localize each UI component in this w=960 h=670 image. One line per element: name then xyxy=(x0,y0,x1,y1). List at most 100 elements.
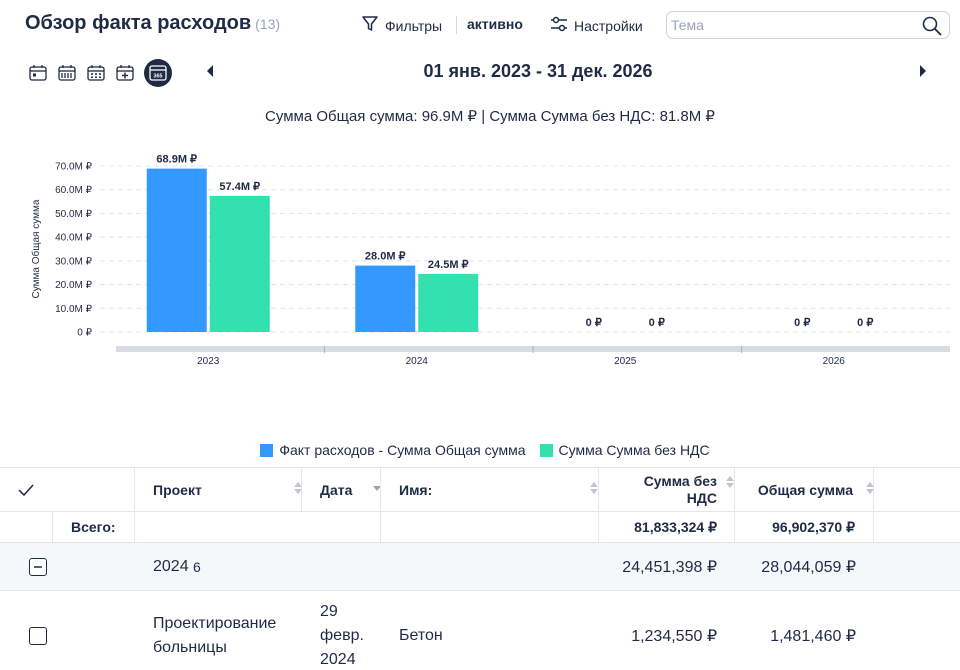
group-toggle-cell xyxy=(0,543,76,590)
calendar-month-icon[interactable] xyxy=(86,63,106,83)
column-header-name[interactable]: Имя: xyxy=(380,468,599,511)
page-header: Обзор факта расходов (13) Фильтры активно… xyxy=(0,0,960,50)
legend-swatch-teal xyxy=(539,443,553,457)
column-label-no-vat-line2: НДС xyxy=(686,489,717,506)
data-label: 0 ₽ xyxy=(586,317,602,329)
legend-item-no-vat[interactable]: Сумма Сумма без НДС xyxy=(539,442,710,458)
period-selector: 365 xyxy=(28,59,172,87)
bar-2024-total xyxy=(355,265,416,332)
data-label: 0 ₽ xyxy=(649,317,665,329)
x-tick-label: 2026 xyxy=(823,356,846,367)
column-header-date[interactable]: Дата xyxy=(301,468,381,511)
search-box xyxy=(666,11,950,39)
y-tick-label: 40.0M ₽ xyxy=(55,233,93,244)
x-tick-label: 2023 xyxy=(197,356,220,367)
row-checkbox[interactable] xyxy=(29,627,47,645)
column-label-no-vat-line1: Сумма без xyxy=(643,472,717,489)
group-label: 2024 6 xyxy=(153,543,353,590)
bar-2023-no-vat xyxy=(209,195,270,332)
data-label: 0 ₽ xyxy=(794,317,810,329)
search-icon[interactable] xyxy=(921,15,943,42)
y-tick-label: 20.0M ₽ xyxy=(55,280,93,291)
legend-label-total: Факт расходов - Сумма Общая сумма xyxy=(279,442,526,458)
header-divider xyxy=(456,16,457,34)
legend-item-total[interactable]: Факт расходов - Сумма Общая сумма xyxy=(260,442,526,458)
column-header-total[interactable]: Общая сумма xyxy=(734,468,874,511)
table-header-row: Проект Дата Имя: Сумма без НДС Общая сум… xyxy=(0,467,960,512)
totals-label: Всего: xyxy=(52,512,134,542)
x-tick-label: 2025 xyxy=(614,356,637,367)
sort-icon[interactable] xyxy=(865,480,875,499)
settings-label: Настройки xyxy=(574,17,643,34)
filters-status: активно xyxy=(467,16,523,32)
row-date-line3: 2024 xyxy=(320,651,356,668)
row-date-line2: февр. xyxy=(320,627,364,644)
row-project-line2: больницы xyxy=(153,639,227,656)
totals-total: 96,902,370 ₽ xyxy=(734,512,874,542)
row-total: 1,481,460 ₽ xyxy=(770,628,856,645)
group-total: 28,044,059 ₽ xyxy=(761,558,856,576)
totals-empty-cell xyxy=(380,512,599,542)
y-tick-label: 70.0M ₽ xyxy=(55,162,93,173)
row-select-cell xyxy=(0,591,76,670)
y-tick-label: 50.0M ₽ xyxy=(55,209,93,220)
column-label-total: Общая сумма xyxy=(757,481,853,498)
previous-period-arrow-icon[interactable] xyxy=(205,64,215,83)
column-label-no-vat: Сумма без НДС xyxy=(644,473,717,507)
row-project: Проектирование больницы xyxy=(153,591,303,670)
row-date: 29 февр. 2024 xyxy=(320,591,380,670)
bar-2023-total xyxy=(146,168,207,332)
x-tick-label: 2024 xyxy=(406,356,429,367)
calendar-custom-icon[interactable] xyxy=(115,63,135,83)
column-label-project: Проект xyxy=(153,481,202,498)
data-label: 68.9M ₽ xyxy=(156,154,197,166)
y-tick-label: 10.0M ₽ xyxy=(55,304,93,315)
settings-button[interactable]: Настройки xyxy=(549,14,643,37)
y-axis-title: Сумма Общая сумма xyxy=(30,199,42,298)
table-row[interactable]: Проектирование больницы 29 февр. 2024 Бе… xyxy=(0,591,960,670)
group-row[interactable]: 2024 6 24,451,398 ₽ 28,044,059 ₽ xyxy=(0,543,960,591)
calendar-year-label: 365 xyxy=(153,74,162,80)
record-count: (13) xyxy=(255,16,281,32)
totals-row: Всего: 81,833,324 ₽ 96,902,370 ₽ xyxy=(0,512,960,543)
calendar-day-icon[interactable] xyxy=(28,63,48,83)
collapse-group-icon[interactable] xyxy=(29,557,47,576)
totals-empty-cell xyxy=(134,512,380,542)
filter-icon xyxy=(360,14,380,37)
row-project-line1: Проектирование xyxy=(153,615,277,632)
filters-label: Фильтры xyxy=(385,17,443,34)
search-input[interactable] xyxy=(671,15,911,35)
y-tick-label: 60.0M ₽ xyxy=(55,185,93,196)
chart-legend: Факт расходов - Сумма Общая сумма Сумма … xyxy=(0,442,960,458)
totals-no-vat: 81,833,324 ₽ xyxy=(598,512,735,542)
row-no-vat: 1,234,550 ₽ xyxy=(631,628,717,645)
select-all-checkmark-icon[interactable] xyxy=(0,468,52,511)
bar-chart: 0 ₽ 10.0M ₽ 20.0M ₽ 30.0M ₽ 40.0M ₽ 50.0M ₽ 60… xyxy=(30,154,950,367)
bar-2024-no-vat xyxy=(418,273,479,332)
column-label-date: Дата xyxy=(320,481,353,498)
date-range-label: 01 янв. 2023 - 31 дек. 2026 xyxy=(423,61,653,81)
calendar-week-icon[interactable] xyxy=(57,63,77,83)
legend-label-no-vat: Сумма Сумма без НДС xyxy=(558,442,710,458)
settings-sliders-icon xyxy=(549,14,569,37)
column-header-no-vat[interactable]: Сумма без НДС xyxy=(598,468,735,511)
legend-swatch-blue xyxy=(260,443,274,457)
next-period-arrow-icon[interactable] xyxy=(918,64,928,83)
y-tick-label: 0 ₽ xyxy=(77,328,92,339)
page-title: Обзор факта расходов (13) xyxy=(25,12,280,35)
group-count: 6 xyxy=(193,558,201,575)
data-label: 24.5M ₽ xyxy=(428,259,469,271)
row-name: Бетон xyxy=(399,627,443,644)
chart-summary: Сумма Общая сумма: 96.9M ₽ | Сумма Сумма… xyxy=(265,108,715,125)
filters-button[interactable]: Фильтры xyxy=(360,14,442,37)
data-label: 57.4M ₽ xyxy=(219,181,260,193)
column-label-name: Имя: xyxy=(399,481,433,498)
group-no-vat: 24,451,398 ₽ xyxy=(622,558,717,576)
data-label: 28.0M ₽ xyxy=(365,251,406,263)
page-title-text: Обзор факта расходов xyxy=(25,12,252,34)
data-label: 0 ₽ xyxy=(857,317,873,329)
column-header-project[interactable]: Проект xyxy=(134,468,302,511)
calendar-year-icon[interactable]: 365 xyxy=(144,59,172,87)
group-year: 2024 xyxy=(153,557,189,575)
y-tick-label: 30.0M ₽ xyxy=(55,256,93,267)
